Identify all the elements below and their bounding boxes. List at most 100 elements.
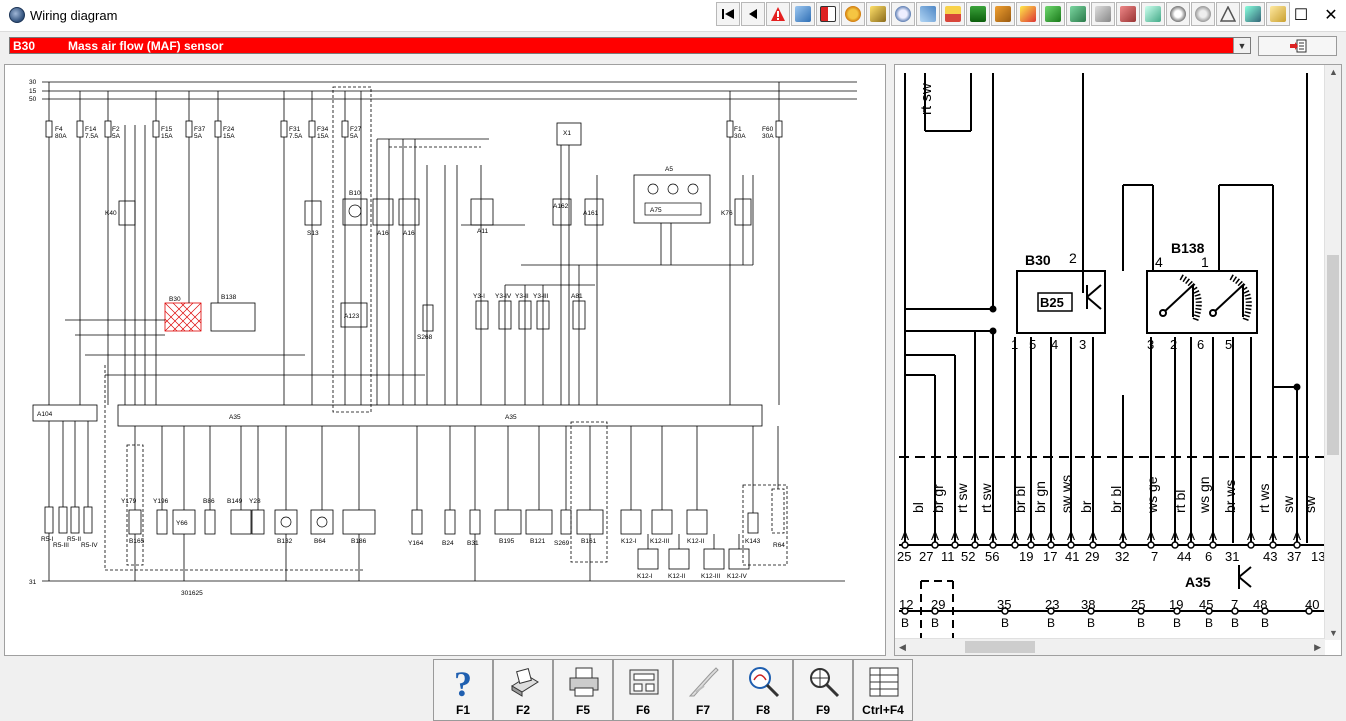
triangle-icon[interactable] <box>1216 2 1240 26</box>
pin-letter: A <box>971 529 979 543</box>
chip-icon[interactable] <box>1241 2 1265 26</box>
component-label: B138 <box>221 294 237 301</box>
f5-print-button[interactable]: F5 <box>553 659 613 721</box>
gauge-icon[interactable] <box>1166 2 1190 26</box>
f7-probe-button[interactable]: F7 <box>673 659 733 721</box>
wire-color-label: bl <box>910 502 926 513</box>
circuit-icon[interactable] <box>1066 2 1090 26</box>
f9-search-button[interactable]: F9 <box>793 659 853 721</box>
first-page-icon[interactable] <box>716 2 740 26</box>
component-selector[interactable]: B30 Mass air flow (MAF) sensor ▼ <box>9 37 1251 54</box>
zoom-diagram-pane[interactable]: rt sw B30 2 B25 1 5 4 3 B138 4 1 3 2 6 5… <box>894 64 1342 656</box>
ctrl-f4-list-button[interactable]: Ctrl+F4 <box>853 659 913 721</box>
battery-icon[interactable] <box>941 2 965 26</box>
zoom-diagram: rt sw B30 2 B25 1 5 4 3 B138 4 1 3 2 6 5… <box>897 73 1325 640</box>
diagram-icon[interactable] <box>791 2 815 26</box>
scroll-down-icon[interactable]: ▼ <box>1329 628 1338 638</box>
lower-pin: 7 <box>1231 597 1238 612</box>
lower-pin: 23 <box>1045 597 1059 612</box>
fuse-rating: 15A <box>317 133 329 140</box>
wire-color-label: ws ge <box>1144 476 1160 514</box>
component-label: Y3-II <box>515 293 529 300</box>
fuse-rating: 80A <box>55 133 67 140</box>
fuse-label: F60 <box>762 126 774 133</box>
component-label: A75 <box>650 207 662 214</box>
lower-pin: 25 <box>1131 597 1145 612</box>
b30-pin: 1 <box>1011 337 1018 352</box>
component-label: R5-III <box>53 542 69 549</box>
brake-icon[interactable] <box>1041 2 1065 26</box>
component-label: R5-IV <box>81 542 98 549</box>
f7-label: F7 <box>695 703 710 717</box>
vertical-scroll-thumb[interactable] <box>1327 255 1339 455</box>
fuse-label: F37 <box>194 126 206 133</box>
fuse-rating: 15A <box>223 133 235 140</box>
pin-letter: B <box>1087 616 1095 630</box>
wire-color-label: br bl <box>1012 486 1028 513</box>
fuse-label: F31 <box>289 126 301 133</box>
pin-letter: A <box>1187 529 1195 543</box>
lower-pin: 29 <box>931 597 945 612</box>
book-icon[interactable] <box>1141 2 1165 26</box>
f5-label: F5 <box>575 703 590 717</box>
clock-icon[interactable] <box>891 2 915 26</box>
window-controls: ☐ ✕ <box>1286 0 1346 30</box>
component-code: B30 <box>13 38 36 53</box>
car-icon[interactable] <box>991 2 1015 26</box>
close-button[interactable]: ✕ <box>1316 0 1346 30</box>
b138-pin: 2 <box>1170 337 1177 352</box>
fuel-icon[interactable] <box>966 2 990 26</box>
lower-pin: 45 <box>1199 597 1213 612</box>
fuse-label: F34 <box>317 126 329 133</box>
f2-label: F2 <box>515 703 530 717</box>
export-icon <box>1289 39 1306 53</box>
warning-icon[interactable] <box>766 2 790 26</box>
engine-icon[interactable] <box>866 2 890 26</box>
ecu-pin: 27 <box>919 549 933 564</box>
flag-icon[interactable] <box>816 2 840 26</box>
ecu-label: A104 <box>37 411 53 418</box>
scroll-right-icon[interactable]: ▶ <box>1314 642 1321 653</box>
fuse-rating: 30A <box>762 133 774 140</box>
lamp-icon[interactable] <box>1016 2 1040 26</box>
component-label: K12-III <box>650 538 669 545</box>
wire-color-label: rt sw <box>954 483 970 513</box>
component-label: Y3-I <box>473 293 485 300</box>
bus-label-31: 31 <box>29 579 37 586</box>
bus-label-50: 50 <box>29 96 37 103</box>
overview-diagram-pane[interactable]: 30 15 50 31 F4 F14 F2 F15 F37 F24 F31 F3… <box>4 64 886 656</box>
f8-zoom-button[interactable]: F8 <box>733 659 793 721</box>
chevron-down-icon[interactable]: ▼ <box>1233 38 1250 53</box>
pin-letter: A <box>1269 529 1277 543</box>
gear-icon[interactable] <box>841 2 865 26</box>
fuse-label: F2 <box>112 126 120 133</box>
f1-help-button[interactable]: ? F1 <box>433 659 493 721</box>
bulb-icon[interactable] <box>1191 2 1215 26</box>
pin-letter: A <box>1147 529 1155 543</box>
component-name: Mass air flow (MAF) sensor <box>68 38 224 53</box>
pin-letter: B <box>1137 616 1145 630</box>
info-icon[interactable] <box>1091 2 1115 26</box>
component-label: R5-I <box>41 536 53 543</box>
pin-letter: A <box>1067 529 1075 543</box>
connector-icon <box>629 669 659 695</box>
prev-page-icon[interactable] <box>741 2 765 26</box>
ecu-label: A35 <box>229 414 241 421</box>
maximize-button[interactable]: ☐ <box>1286 0 1316 30</box>
settings-icon[interactable] <box>1116 2 1140 26</box>
scroll-left-icon[interactable]: ◀ <box>899 642 906 653</box>
horizontal-scrollbar[interactable]: ◀ ▶ <box>895 638 1325 655</box>
f6-connector-button[interactable]: F6 <box>613 659 673 721</box>
pin-letter: A <box>1089 529 1097 543</box>
f2-print-preview-button[interactable]: F2 <box>493 659 553 721</box>
ecu-pin: 32 <box>1115 549 1129 564</box>
b138-pin: 5 <box>1225 337 1232 352</box>
horizontal-scroll-thumb[interactable] <box>965 641 1035 653</box>
drawing-number: 301625 <box>181 590 203 597</box>
vertical-scrollbar[interactable]: ▲ ▼ <box>1324 65 1341 640</box>
b138-pin: 3 <box>1147 337 1154 352</box>
export-button[interactable] <box>1258 36 1337 56</box>
fuse-label: F15 <box>161 126 173 133</box>
tools-icon[interactable] <box>916 2 940 26</box>
scroll-up-icon[interactable]: ▲ <box>1329 67 1338 77</box>
